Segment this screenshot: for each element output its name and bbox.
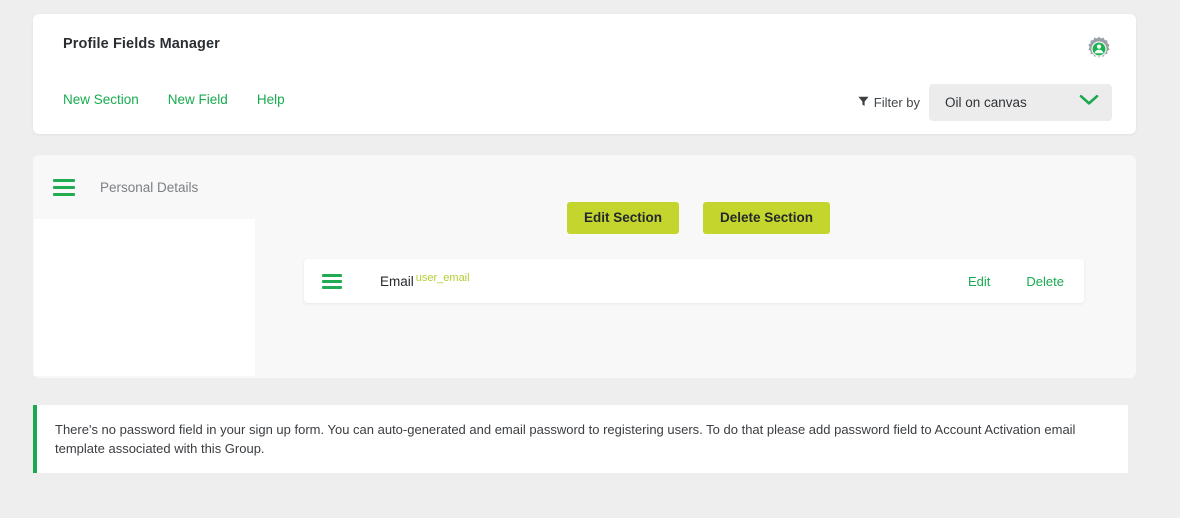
filter-select-value: Oil on canvas — [945, 95, 1027, 110]
field-label-group: Email user_email — [380, 271, 470, 289]
edit-section-button[interactable]: Edit Section — [567, 202, 680, 234]
field-label: Email — [380, 273, 414, 289]
drag-handle-icon[interactable] — [53, 178, 75, 196]
filter-select[interactable]: Oil on canvas — [929, 84, 1112, 121]
drag-handle-bar — [322, 279, 342, 283]
section-card: Personal Details Edit Section Delete Sec… — [33, 155, 1136, 378]
drag-handle-icon[interactable] — [322, 273, 342, 289]
notice-banner: There's no password field in your sign u… — [33, 405, 1128, 473]
field-edit-link[interactable]: Edit — [968, 274, 990, 289]
page-title: Profile Fields Manager — [63, 36, 220, 52]
new-field-link[interactable]: New Field — [168, 92, 228, 107]
section-title: Personal Details — [100, 179, 199, 195]
drag-handle-bar — [53, 192, 75, 196]
drag-handle-bar — [53, 178, 75, 182]
filter-by-label: Filter by — [858, 95, 920, 110]
drag-handle-bar — [322, 273, 342, 277]
section-side-panel — [34, 219, 255, 376]
delete-section-button[interactable]: Delete Section — [703, 202, 831, 234]
header-nav: New Section New Field Help — [63, 92, 285, 107]
filter-controls: Filter by Oil on canvas — [858, 84, 1112, 121]
section-action-buttons: Edit Section Delete Section — [567, 202, 831, 234]
new-section-link[interactable]: New Section — [63, 92, 139, 107]
filter-by-text: Filter by — [873, 95, 920, 110]
gear-user-icon[interactable] — [1084, 34, 1114, 64]
drag-handle-bar — [322, 285, 342, 289]
help-link[interactable]: Help — [257, 92, 285, 107]
filter-funnel-icon — [858, 95, 869, 110]
notice-text: There's no password field in your sign u… — [55, 422, 1076, 456]
chevron-down-icon — [1078, 93, 1100, 112]
header-card: Profile Fields Manager New Section New F… — [33, 14, 1136, 134]
field-key: user_email — [415, 271, 470, 284]
field-actions: Edit Delete — [968, 274, 1064, 289]
drag-handle-bar — [53, 185, 75, 189]
field-row[interactable]: Email user_email Edit Delete — [304, 259, 1084, 303]
field-delete-link[interactable]: Delete — [1026, 274, 1064, 289]
